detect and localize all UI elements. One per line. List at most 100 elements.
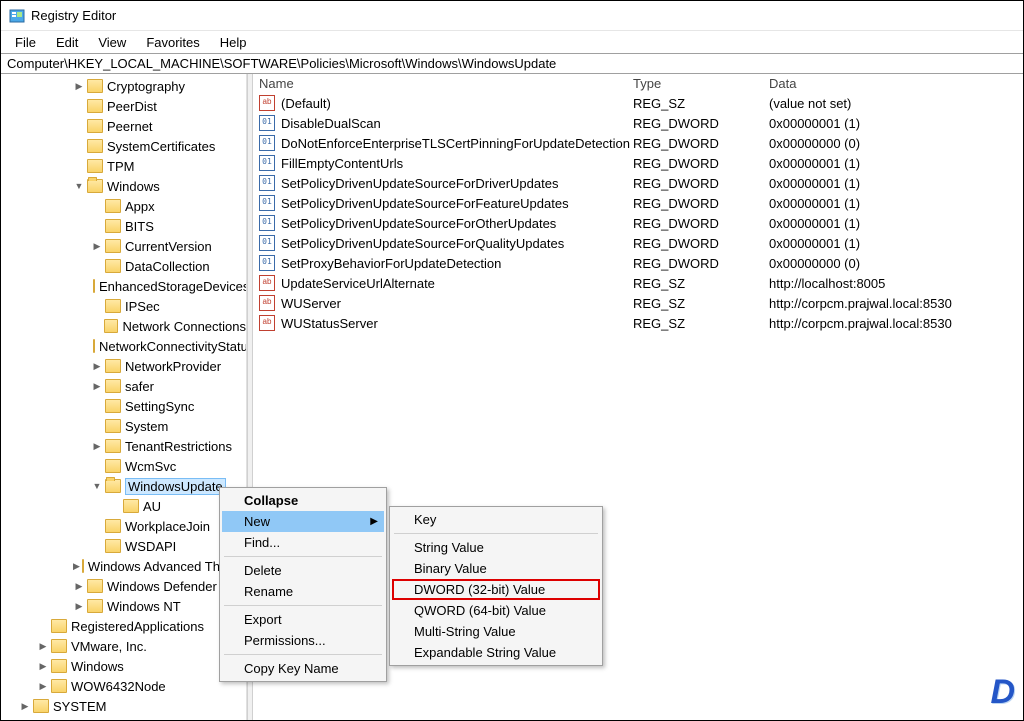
tree-node[interactable]: WcmSvc [1,456,246,476]
expand-toggle[interactable]: ▶ [91,360,103,372]
expand-toggle[interactable] [109,500,121,512]
list-row[interactable]: SetPolicyDrivenUpdateSourceForOtherUpdat… [253,213,1023,233]
expand-toggle[interactable] [91,400,103,412]
list-row[interactable]: SetPolicyDrivenUpdateSourceForFeatureUpd… [253,193,1023,213]
expand-toggle[interactable]: ▶ [73,580,85,592]
menu-item[interactable]: Expandable String Value [392,642,600,663]
column-data[interactable]: Data [769,76,1017,91]
list-row[interactable]: SetPolicyDrivenUpdateSourceForDriverUpda… [253,173,1023,193]
expand-toggle[interactable]: ▶ [73,600,85,612]
column-name[interactable]: Name [259,76,633,91]
expand-toggle[interactable]: ▶ [37,660,49,672]
menu-item[interactable]: Export [222,609,384,630]
expand-toggle[interactable] [91,260,103,272]
menu-item[interactable]: Rename [222,581,384,602]
tree-node[interactable]: ▶Cryptography [1,76,246,96]
menu-item[interactable]: Copy Key Name [222,658,384,679]
menu-item[interactable]: New▶ [222,511,384,532]
expand-toggle[interactable] [73,160,85,172]
list-row[interactable]: SetProxyBehaviorForUpdateDetectionREG_DW… [253,253,1023,273]
list-row[interactable]: WUStatusServerREG_SZhttp://corpcm.prajwa… [253,313,1023,333]
expand-toggle[interactable] [91,220,103,232]
expand-toggle[interactable]: ▶ [91,440,103,452]
tree-node[interactable]: ▶VMware, Inc. [1,636,246,656]
tree-node[interactable]: BITS [1,216,246,236]
tree-node[interactable]: ▶Windows NT [1,596,246,616]
menu-item[interactable]: Permissions... [222,630,384,651]
expand-toggle[interactable]: ▶ [37,640,49,652]
menu-item[interactable]: DWORD (32-bit) Value [392,579,600,600]
list-row[interactable]: FillEmptyContentUrlsREG_DWORD0x00000001 … [253,153,1023,173]
tree-node[interactable]: AU [1,496,246,516]
expand-toggle[interactable]: ▶ [91,240,103,252]
list-row[interactable]: SetPolicyDrivenUpdateSourceForQualityUpd… [253,233,1023,253]
tree-node[interactable]: Network Connections [1,316,246,336]
expand-toggle[interactable] [73,140,85,152]
expand-toggle[interactable] [91,520,103,532]
menu-item[interactable]: Find... [222,532,384,553]
tree-node[interactable]: ▼Windows [1,176,246,196]
menu-item[interactable]: Binary Value [392,558,600,579]
expand-toggle[interactable] [91,420,103,432]
tree-node[interactable]: SystemCertificates [1,136,246,156]
tree-node[interactable]: ▶TenantRestrictions [1,436,246,456]
menu-item[interactable]: Collapse [222,490,384,511]
expand-toggle[interactable] [91,300,103,312]
context-menu[interactable]: CollapseNew▶Find... DeleteRename ExportPer… [219,487,387,682]
tree-node[interactable]: SettingSync [1,396,246,416]
expand-toggle[interactable] [73,120,85,132]
expand-toggle[interactable]: ▼ [91,480,103,492]
expand-toggle[interactable]: ▶ [91,380,103,392]
menu-favorites[interactable]: Favorites [138,34,207,51]
expand-toggle[interactable] [37,620,49,632]
expand-toggle[interactable] [73,100,85,112]
tree-node[interactable]: TPM [1,156,246,176]
tree-node[interactable]: ▼WindowsUpdate [1,476,246,496]
expand-toggle[interactable] [91,200,103,212]
tree-node[interactable]: IPSec [1,296,246,316]
tree-node[interactable]: WorkplaceJoin [1,516,246,536]
context-submenu-new[interactable]: Key String ValueBinary ValueDWORD (32-bit… [389,506,603,666]
menu-item[interactable]: Multi-String Value [392,621,600,642]
tree-node[interactable]: ▶CurrentVersion [1,236,246,256]
tree-node[interactable]: Appx [1,196,246,216]
menu-item[interactable]: Delete [222,560,384,581]
expand-toggle[interactable] [91,540,103,552]
menu-item[interactable]: QWORD (64-bit) Value [392,600,600,621]
expand-toggle[interactable]: ▶ [73,560,80,572]
expand-toggle[interactable] [91,320,102,332]
list-row[interactable]: DisableDualScanREG_DWORD0x00000001 (1) [253,113,1023,133]
tree-node[interactable]: WSDAPI [1,536,246,556]
tree-node[interactable]: ▶safer [1,376,246,396]
menu-item[interactable]: Key [392,509,600,530]
tree-node[interactable]: ▶Windows Defender [1,576,246,596]
expand-toggle[interactable]: ▶ [37,680,49,692]
tree-node[interactable]: ▶WOW6432Node [1,676,246,696]
address-bar[interactable]: Computer\HKEY_LOCAL_MACHINE\SOFTWARE\Pol… [1,53,1023,74]
expand-toggle[interactable]: ▼ [73,180,85,192]
tree-node[interactable]: ▶Windows Advanced Threat Protection [1,556,246,576]
tree-pane[interactable]: ▶CryptographyPeerDistPeernetSystemCertif… [1,74,247,720]
tree-node[interactable]: ▶NetworkProvider [1,356,246,376]
expand-toggle[interactable]: ▶ [73,80,85,92]
expand-toggle[interactable]: ▶ [19,700,31,712]
tree-node[interactable]: NetworkConnectivityStatusIndicator [1,336,246,356]
list-row[interactable]: (Default)REG_SZ(value not set) [253,93,1023,113]
tree-node[interactable]: ▶Windows [1,656,246,676]
list-row[interactable]: WUServerREG_SZhttp://corpcm.prajwal.loca… [253,293,1023,313]
tree-node[interactable]: Peernet [1,116,246,136]
tree-node[interactable]: System [1,416,246,436]
expand-toggle[interactable] [91,460,103,472]
menu-item[interactable]: String Value [392,537,600,558]
tree-node[interactable]: EnhancedStorageDevices [1,276,246,296]
menu-help[interactable]: Help [212,34,255,51]
tree-node[interactable]: DataCollection [1,256,246,276]
list-row[interactable]: DoNotEnforceEnterpriseTLSCertPinningForU… [253,133,1023,153]
menu-file[interactable]: File [7,34,44,51]
tree-node[interactable]: RegisteredApplications [1,616,246,636]
tree-node[interactable]: PeerDist [1,96,246,116]
list-row[interactable]: UpdateServiceUrlAlternateREG_SZhttp://lo… [253,273,1023,293]
column-type[interactable]: Type [633,76,769,91]
menu-view[interactable]: View [90,34,134,51]
menu-edit[interactable]: Edit [48,34,86,51]
